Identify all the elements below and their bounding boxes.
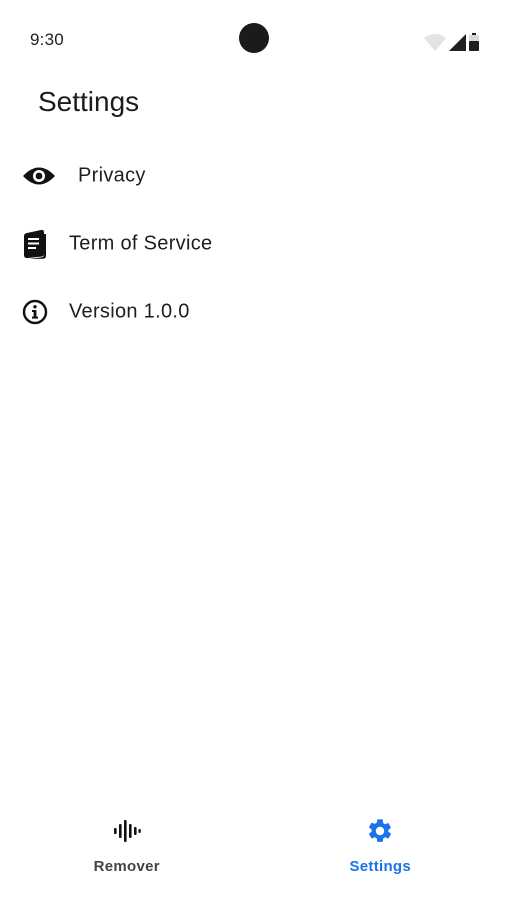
status-bar: 9:30: [0, 0, 507, 78]
nav-item-remover[interactable]: Remover: [0, 796, 254, 900]
battery-icon: [469, 33, 479, 51]
audio-waveform-icon: [112, 816, 142, 846]
settings-item-terms[interactable]: Term of Service: [0, 210, 507, 278]
settings-item-label: Privacy: [78, 164, 146, 187]
eye-icon: [22, 158, 58, 194]
info-icon: [22, 294, 58, 330]
settings-screen: 9:30 Settings Privacy Term of Service Ve…: [0, 0, 507, 900]
nav-item-settings[interactable]: Settings: [254, 796, 507, 900]
settings-item-label: Term of Service: [69, 232, 213, 255]
settings-item-label: Version 1.0.0: [69, 300, 190, 323]
settings-item-version[interactable]: Version 1.0.0: [0, 278, 507, 346]
bottom-navigation: Remover Settings: [0, 796, 507, 900]
gear-icon: [365, 816, 395, 846]
status-time: 9:30: [30, 30, 64, 49]
document-icon: [22, 226, 58, 262]
page-title: Settings: [38, 86, 140, 117]
signal-icon: [449, 34, 466, 51]
status-icons: [424, 31, 479, 51]
settings-list: Privacy Term of Service Version 1.0.0: [0, 142, 507, 346]
nav-label: Settings: [349, 858, 412, 875]
camera-cutout: [239, 23, 269, 53]
wifi-icon: [424, 34, 446, 51]
nav-label: Remover: [93, 858, 160, 875]
settings-item-privacy[interactable]: Privacy: [0, 142, 507, 210]
